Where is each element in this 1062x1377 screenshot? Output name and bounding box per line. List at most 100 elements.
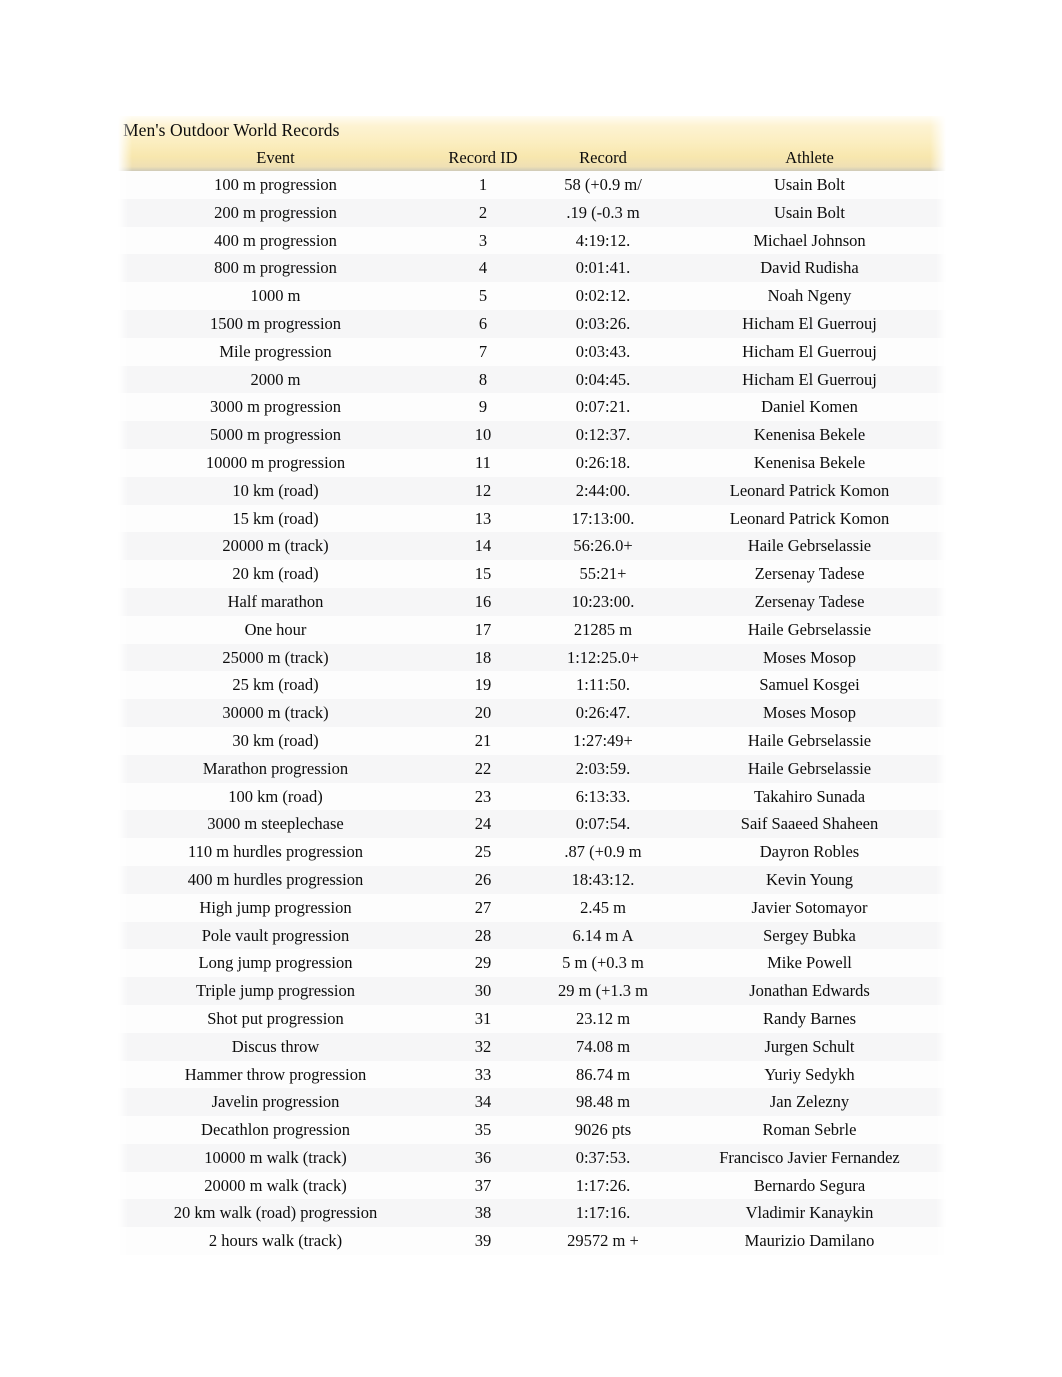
table-row[interactable]: Discus throw 32 74.08 m Jurgen Schult <box>118 1032 946 1061</box>
cell-record_id: 25 <box>433 838 533 866</box>
table-row[interactable]: 20 km walk (road) progression 38 1:17:16. V… <box>118 1199 946 1228</box>
cell-record_id: 14 <box>433 532 533 561</box>
table-row[interactable]: High jump progression 27 2.45 m Javier Soto… <box>118 893 946 922</box>
cell-record: .19 (-0.3 m <box>533 198 673 227</box>
report-container: Men's Outdoor World Records Event Record… <box>118 116 946 1266</box>
cell-athlete: Michael Johnson <box>673 226 946 255</box>
table-row[interactable]: 110 m hurdles progression 25.87 (+0.9 m Da… <box>118 838 946 866</box>
cell-record_id: 35 <box>433 1116 533 1144</box>
report-title: Men's Outdoor World Records <box>123 120 340 140</box>
cell-athlete: Maurizio Damilano <box>673 1227 946 1256</box>
cell-record_id: 3 <box>433 226 533 255</box>
cell-record: 55:21+ <box>533 560 673 588</box>
cell-event: 20 km (road) <box>118 560 433 588</box>
table-header-row-group: Event Record ID Record Athlete <box>118 144 946 171</box>
table-row[interactable]: 3000 m steeplechase 24 0:07:54. Saif Saaeed… <box>118 810 946 839</box>
cell-record: 6.14 m A <box>533 921 673 950</box>
column-header-event[interactable]: Event <box>118 144 433 171</box>
records-table-body: 100 m progression 1 58 (+0.9 m/Usain Bolt 2… <box>118 171 946 1256</box>
cell-record: 2:44:00. <box>533 476 673 505</box>
table-row[interactable]: Javelin progression 34 98.48 m Jan Zelezny <box>118 1088 946 1117</box>
cell-record: 29572 m + <box>533 1227 673 1256</box>
table-row[interactable]: 1000 m 5 0:02:12. Noah Ngeny <box>118 282 946 310</box>
cell-record_id: 31 <box>433 1004 533 1033</box>
table-row[interactable]: 2000 m 8 0:04:45. Hicham El Guerrouj <box>118 365 946 394</box>
table-row[interactable]: 400 m hurdles progression 26 18:43:12. Kevi… <box>118 865 946 894</box>
cell-record: 0:26:47. <box>533 699 673 727</box>
cell-athlete: Zersenay Tadese <box>673 587 946 616</box>
cell-event: 100 km (road) <box>118 782 433 811</box>
cell-record_id: 16 <box>433 587 533 616</box>
cell-event: 200 m progression <box>118 198 433 227</box>
table-row[interactable]: 20 km (road) 15 55:21+ Zersenay Tadese <box>118 560 946 588</box>
table-row[interactable]: Mile progression 7 0:03:43. Hicham El Guerr… <box>118 337 946 366</box>
table-row[interactable]: 5000 m progression 10 0:12:37. Kenenisa Bek… <box>118 421 946 449</box>
cell-athlete: Saif Saaeed Shaheen <box>673 810 946 839</box>
cell-event: 400 m progression <box>118 226 433 255</box>
table-row[interactable]: 100 m progression 1 58 (+0.9 m/Usain Bolt <box>118 171 946 199</box>
cell-record_id: 37 <box>433 1171 533 1200</box>
table-row[interactable]: 3000 m progression 9 0:07:21. Daniel Komen <box>118 393 946 422</box>
cell-event: 25 km (road) <box>118 671 433 700</box>
cell-event: Pole vault progression <box>118 921 433 950</box>
cell-athlete: Mike Powell <box>673 949 946 978</box>
table-row[interactable]: 20000 m walk (track) 37 1:17:26. Bernardo S… <box>118 1171 946 1200</box>
table-row[interactable]: 10 km (road) 12 2:44:00. Leonard Patrick Ko… <box>118 476 946 505</box>
table-row[interactable]: Long jump progression 29 5 m (+0.3 m Mike P… <box>118 949 946 978</box>
cell-athlete: Moses Mosop <box>673 699 946 727</box>
table-row[interactable]: Half marathon 16 10:23:00. Zersenay Tadese <box>118 587 946 616</box>
table-row[interactable]: Pole vault progression 28 6.14 m A Sergey B… <box>118 921 946 950</box>
cell-record_id: 38 <box>433 1199 533 1228</box>
table-row[interactable]: 10000 m walk (track) 36 0:37:53. Francisco … <box>118 1143 946 1172</box>
cell-record: 0:07:54. <box>533 810 673 839</box>
table-row[interactable]: 25000 m (track) 18 1:12:25.0+ Moses Mosop <box>118 643 946 672</box>
cell-record: 23.12 m <box>533 1004 673 1033</box>
table-row[interactable]: Marathon progression 22 2:03:59. Haile Gebr… <box>118 754 946 783</box>
table-row[interactable]: Triple jump progression 30 29 m (+1.3 m Jon… <box>118 977 946 1005</box>
cell-record_id: 24 <box>433 810 533 839</box>
cell-record_id: 2 <box>433 198 533 227</box>
column-header-record[interactable]: Record <box>533 144 673 171</box>
table-row[interactable]: 400 m progression 3 4:19:12. Michael Johnso… <box>118 226 946 255</box>
cell-record: 58 (+0.9 m/ <box>533 171 673 199</box>
cell-event: 10 km (road) <box>118 476 433 505</box>
cell-record: 74.08 m <box>533 1032 673 1061</box>
cell-record_id: 1 <box>433 171 533 199</box>
cell-record_id: 39 <box>433 1227 533 1256</box>
cell-record_id: 34 <box>433 1088 533 1117</box>
cell-athlete: Daniel Komen <box>673 393 946 422</box>
report-header-band: Men's Outdoor World Records Event Record… <box>118 116 946 182</box>
cell-event: Mile progression <box>118 337 433 366</box>
cell-event: 15 km (road) <box>118 504 433 533</box>
table-row[interactable]: 20000 m (track) 14 56:26.0+ Haile Gebrselas… <box>118 532 946 561</box>
records-table: 100 m progression 1 58 (+0.9 m/Usain Bolt 2… <box>118 171 946 1256</box>
table-row[interactable]: 1500 m progression 6 0:03:26. Hicham El Gue… <box>118 309 946 338</box>
table-row[interactable]: 30 km (road) 21 1:27:49+ Haile Gebrselassie <box>118 726 946 755</box>
cell-event: Shot put progression <box>118 1004 433 1033</box>
table-row[interactable]: 30000 m (track) 20 0:26:47. Moses Mosop <box>118 699 946 727</box>
records-table-body-wrapper: 100 m progression 1 58 (+0.9 m/Usain Bolt 2… <box>118 171 946 1266</box>
cell-record: 0:02:12. <box>533 282 673 310</box>
cell-record: 6:13:33. <box>533 782 673 811</box>
cell-record: 56:26.0+ <box>533 532 673 561</box>
column-header-record-id[interactable]: Record ID <box>433 144 533 171</box>
table-row[interactable]: Hammer throw progression 33 86.74 m Yuriy S… <box>118 1060 946 1089</box>
table-row[interactable]: Decathlon progression 35 9026 pts Roman Seb… <box>118 1116 946 1144</box>
table-row[interactable]: 25 km (road) 19 1:11:50. Samuel Kosgei <box>118 671 946 700</box>
table-row[interactable]: 2 hours walk (track) 39 29572 m + Maurizio … <box>118 1227 946 1256</box>
cell-athlete: Hicham El Guerrouj <box>673 309 946 338</box>
table-row[interactable]: 100 km (road) 23 6:13:33. Takahiro Sunada <box>118 782 946 811</box>
table-row[interactable]: 200 m progression 2.19 (-0.3 m Usain Bolt <box>118 198 946 227</box>
cell-record: 9026 pts <box>533 1116 673 1144</box>
table-row[interactable]: 10000 m progression 11 0:26:18. Kenenisa Be… <box>118 448 946 477</box>
table-row[interactable]: 15 km (road) 13 17:13:00. Leonard Patrick K… <box>118 504 946 533</box>
table-row[interactable]: One hour 17 21285 m Haile Gebrselassie <box>118 615 946 644</box>
cell-athlete: Haile Gebrselassie <box>673 532 946 561</box>
table-row[interactable]: Shot put progression 31 23.12 m Randy Barne… <box>118 1004 946 1033</box>
cell-record: 29 m (+1.3 m <box>533 977 673 1005</box>
cell-event: 10000 m progression <box>118 448 433 477</box>
cell-record_id: 22 <box>433 754 533 783</box>
column-header-athlete[interactable]: Athlete <box>673 144 946 171</box>
cell-record_id: 10 <box>433 421 533 449</box>
table-row[interactable]: 800 m progression 4 0:01:41. David Rudisha <box>118 254 946 283</box>
